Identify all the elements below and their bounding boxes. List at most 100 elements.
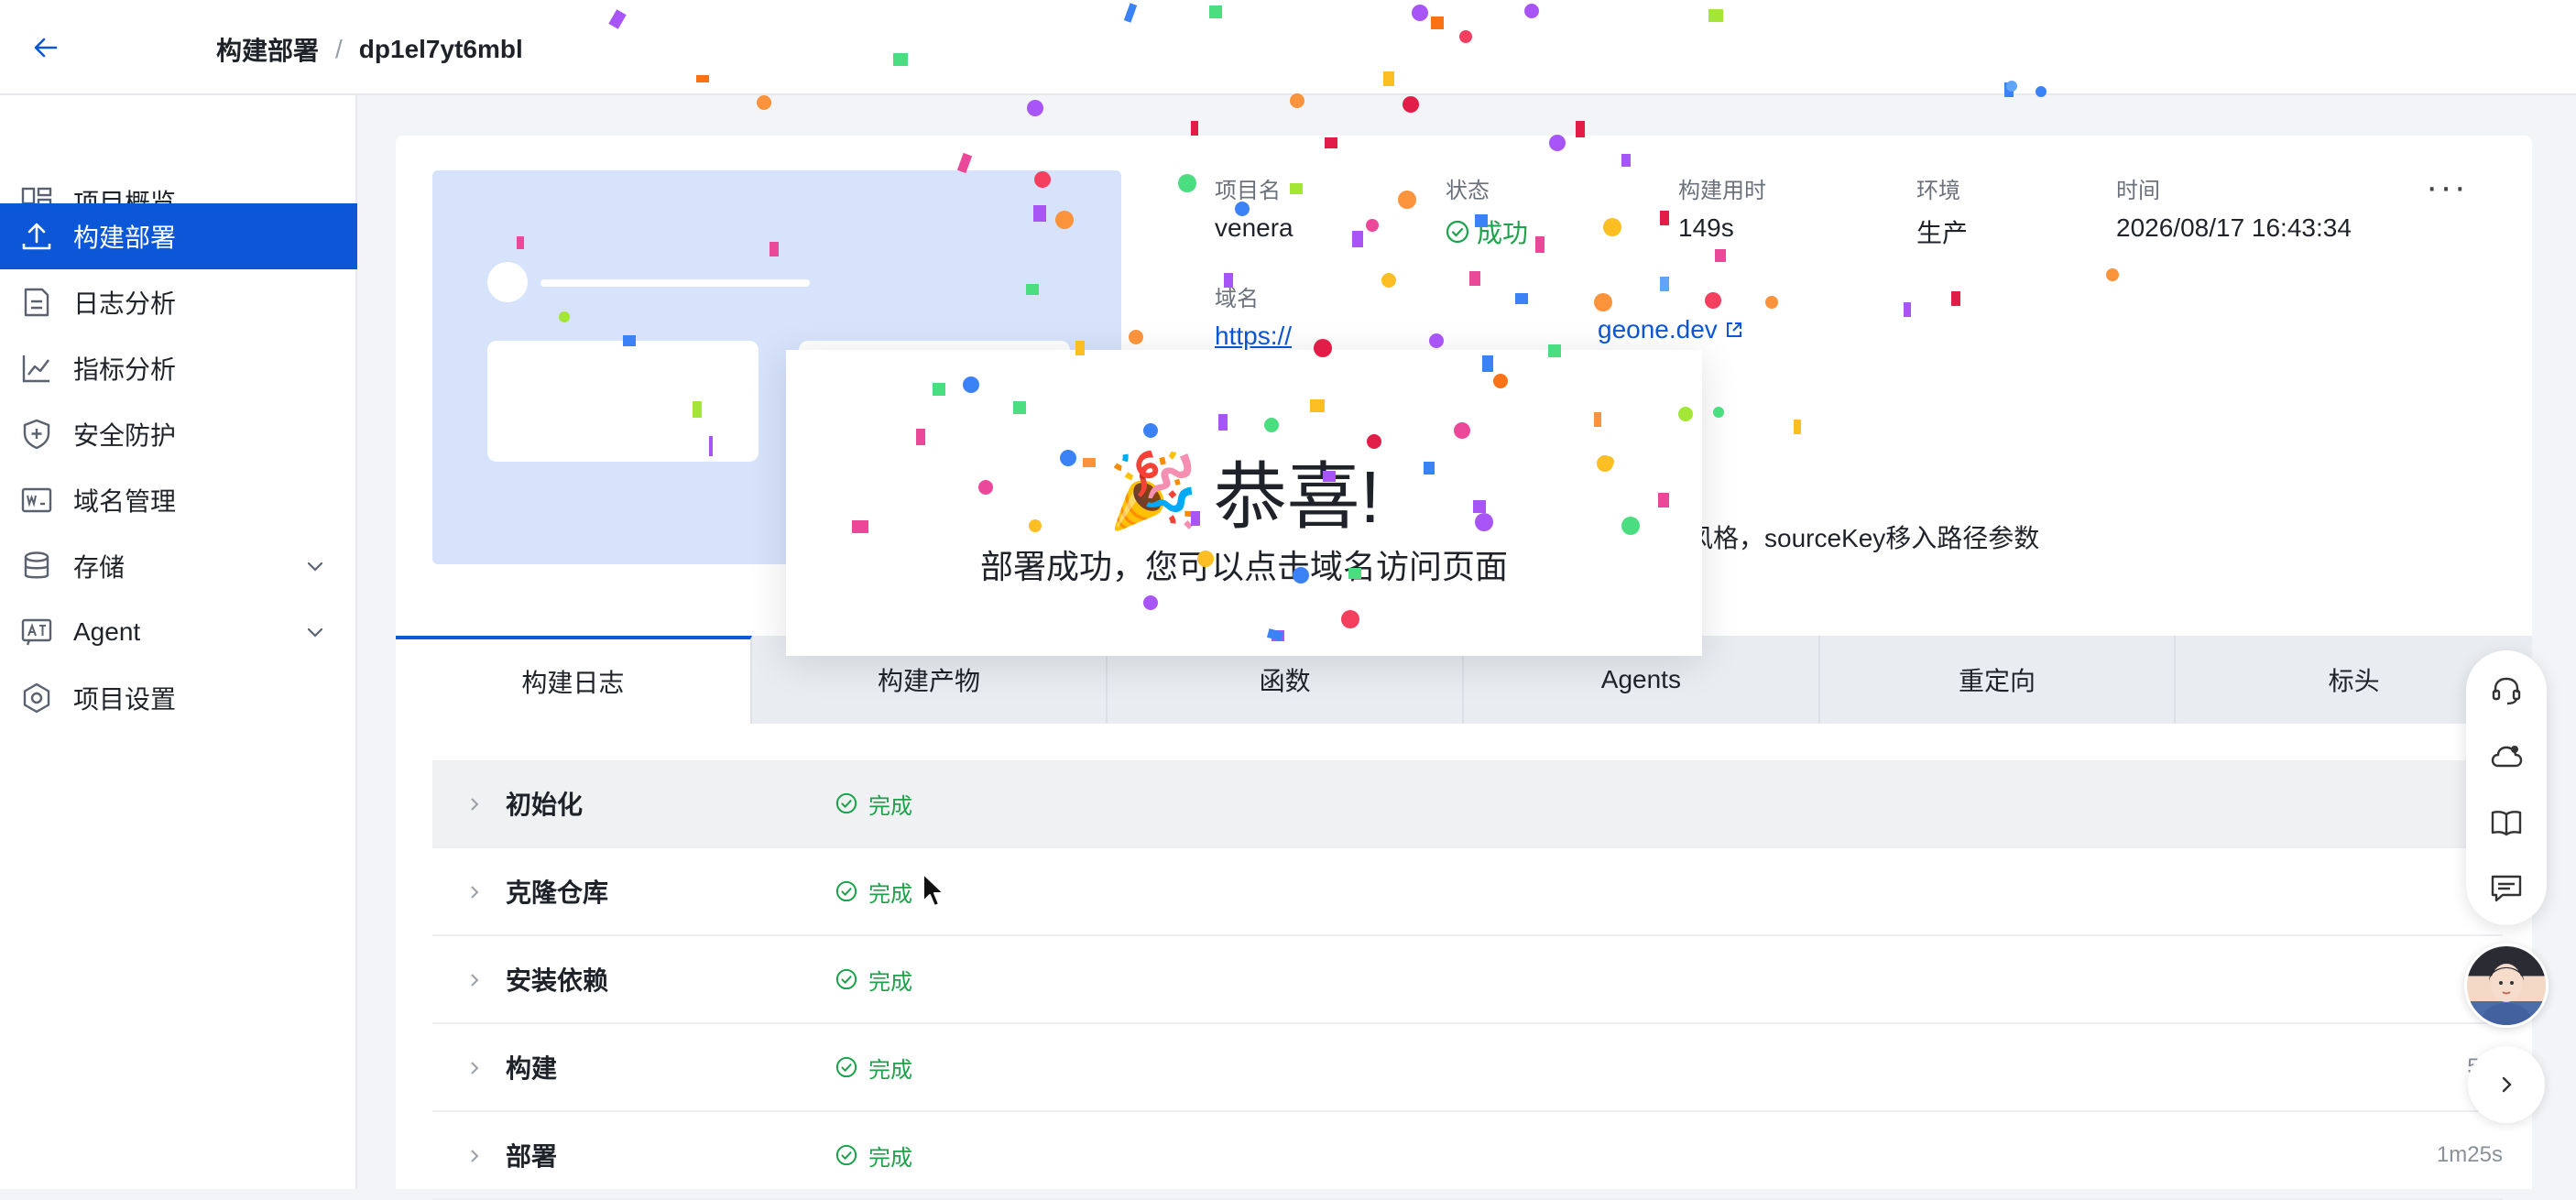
chevron-right-icon bbox=[471, 974, 479, 987]
time-label: 时间 bbox=[2116, 179, 2160, 203]
step-name: 构建 bbox=[506, 1054, 558, 1083]
external-link-icon bbox=[1726, 322, 1741, 337]
sidebar-item-security[interactable]: 安全防护 bbox=[0, 401, 357, 467]
floating-toolbar bbox=[2466, 650, 2547, 925]
meta-environment: 环境 生产 bbox=[1916, 172, 1968, 250]
line-chart-icon bbox=[22, 355, 49, 383]
sidebar-item-label: 指标分析 bbox=[73, 355, 177, 384]
step-name: 克隆仓库 bbox=[506, 878, 609, 907]
sidebar-item-domain[interactable]: 域名管理 bbox=[0, 467, 357, 533]
feedback-icon[interactable] bbox=[2488, 870, 2525, 907]
success-modal[interactable]: 🎉 恭喜! 部署成功，您可以点击域名访问页面 bbox=[786, 350, 1702, 656]
meta-domain: 域名 https:// bbox=[1215, 280, 1292, 351]
headset-icon[interactable] bbox=[2488, 672, 2525, 709]
database-icon bbox=[24, 551, 49, 579]
chevron-right-icon bbox=[471, 798, 479, 811]
shield-icon bbox=[23, 419, 50, 450]
preview-placeholder-dot bbox=[487, 262, 528, 302]
modal-title: 🎉 恭喜! bbox=[786, 438, 1702, 544]
breadcrumb-section[interactable]: 构建部署 bbox=[216, 31, 319, 68]
build-step[interactable]: 克隆仓库 完成 2s bbox=[432, 848, 2503, 936]
top-bar: 构建部署 / dp1el7yt6mbl bbox=[0, 0, 2576, 95]
step-status-text: 完成 bbox=[868, 969, 912, 995]
chevron-down-icon[interactable] bbox=[304, 621, 326, 643]
check-circle-icon bbox=[835, 880, 857, 902]
upload-icon bbox=[22, 223, 51, 250]
build-step[interactable]: 部署 完成 1m25s bbox=[432, 1112, 2503, 1200]
time-value: 2026/08/17 16:43:34 bbox=[2116, 213, 2352, 242]
check-circle-icon bbox=[835, 1144, 857, 1166]
domain-icon bbox=[21, 487, 52, 513]
document-icon bbox=[24, 288, 49, 317]
step-status: 完成 bbox=[835, 876, 912, 908]
step-duration: 1m25s bbox=[2436, 1142, 2503, 1167]
step-status: 完成 bbox=[835, 788, 912, 820]
sidebar-item-label: Agent bbox=[73, 617, 141, 646]
preview-placeholder-line bbox=[540, 279, 810, 287]
step-status-text: 完成 bbox=[868, 793, 912, 819]
step-name: 初始化 bbox=[506, 791, 584, 819]
expand-toolbar-button[interactable] bbox=[2468, 1046, 2545, 1123]
arrow-left-icon bbox=[34, 38, 58, 58]
sidebar-item-label: 构建部署 bbox=[73, 224, 177, 252]
step-status-text: 完成 bbox=[868, 1145, 912, 1171]
modal-message: 部署成功，您可以点击域名访问页面 bbox=[979, 548, 1508, 585]
domain-link[interactable]: https:// bbox=[1215, 322, 1292, 350]
step-status-text: 完成 bbox=[868, 1057, 912, 1083]
meta-time: 时间 2026/08/17 16:43:34 bbox=[2116, 172, 2352, 243]
duration-label: 构建用时 bbox=[1678, 179, 1766, 203]
sidebar-item-metrics[interactable]: 指标分析 bbox=[0, 335, 357, 401]
more-options-button[interactable]: ··· bbox=[2426, 169, 2468, 205]
domain-label: 域名 bbox=[1215, 287, 1259, 311]
book-icon[interactable] bbox=[2488, 804, 2525, 841]
chevron-right-icon bbox=[471, 886, 479, 899]
assistant-avatar[interactable] bbox=[2464, 944, 2549, 1028]
sidebar-item-agent[interactable]: Agent bbox=[0, 599, 357, 665]
chevron-down-icon[interactable] bbox=[304, 555, 326, 577]
build-step[interactable]: 安装依赖 完成 20s bbox=[432, 936, 2503, 1024]
sidebar-item-build-deploy[interactable]: 构建部署 bbox=[0, 203, 357, 269]
sidebar-item-label: 存储 bbox=[73, 553, 126, 582]
step-status-text: 完成 bbox=[868, 881, 912, 907]
chevron-right-icon bbox=[471, 1150, 479, 1162]
step-status: 完成 bbox=[835, 964, 912, 996]
environment-value: 生产 bbox=[1916, 219, 1969, 247]
domain-link-tail[interactable]: geone.dev bbox=[1598, 315, 1743, 344]
sidebar-item-storage[interactable]: 存储 bbox=[0, 533, 357, 599]
tab-redirects[interactable]: 重定向 bbox=[1820, 636, 2177, 724]
sidebar: 项目概览 构建部署 日志分析 指标分析 安全防护 bbox=[0, 95, 357, 1189]
sidebar-item-log-analysis[interactable]: 日志分析 bbox=[0, 269, 357, 335]
sidebar-item-label: 安全防护 bbox=[73, 421, 177, 450]
cloud-bell-icon[interactable] bbox=[2488, 738, 2525, 775]
check-circle-icon bbox=[835, 968, 857, 990]
domain-link-tail-wrap: geone.dev bbox=[1598, 315, 1743, 344]
back-button[interactable] bbox=[27, 29, 64, 66]
status-value: 成功 bbox=[1446, 213, 1528, 250]
status-text: 成功 bbox=[1477, 219, 1529, 247]
check-circle-icon bbox=[1446, 220, 1469, 244]
build-step[interactable]: 初始化 完成 0s bbox=[432, 760, 2503, 848]
sidebar-item-settings[interactable]: 项目设置 bbox=[0, 665, 357, 731]
build-step[interactable]: 构建 完成 51s bbox=[432, 1024, 2503, 1112]
meta-project: 项目名 venera bbox=[1215, 172, 1293, 243]
meta-status: 状态 成功 bbox=[1446, 172, 1528, 250]
meta-duration: 构建用时 149s bbox=[1678, 172, 1766, 243]
commit-message: 风格，sourceKey移入路径参数 bbox=[1687, 524, 2040, 552]
modal-title-text: 恭喜! bbox=[1213, 456, 1381, 538]
sidebar-item-label: 域名管理 bbox=[73, 487, 177, 516]
agent-icon bbox=[21, 618, 52, 646]
preview-placeholder-box bbox=[487, 341, 759, 462]
breadcrumb-current: dp1el7yt6mbl bbox=[358, 35, 523, 63]
environment-label: 环境 bbox=[1916, 179, 1960, 203]
step-name: 安装依赖 bbox=[506, 966, 609, 995]
party-popper-icon: 🎉 bbox=[1108, 450, 1199, 531]
status-label: 状态 bbox=[1446, 179, 1490, 203]
mouse-cursor-icon bbox=[922, 873, 944, 907]
sidebar-item-label: 日志分析 bbox=[73, 289, 177, 318]
breadcrumb: 构建部署 / dp1el7yt6mbl bbox=[216, 31, 523, 68]
project-name-label: 项目名 bbox=[1215, 179, 1281, 203]
step-status: 完成 bbox=[835, 1052, 912, 1084]
tab-build-log[interactable]: 构建日志 bbox=[396, 636, 752, 724]
domain-suffix: geone.dev bbox=[1598, 315, 1718, 344]
avatar-face-icon bbox=[2480, 964, 2533, 1025]
